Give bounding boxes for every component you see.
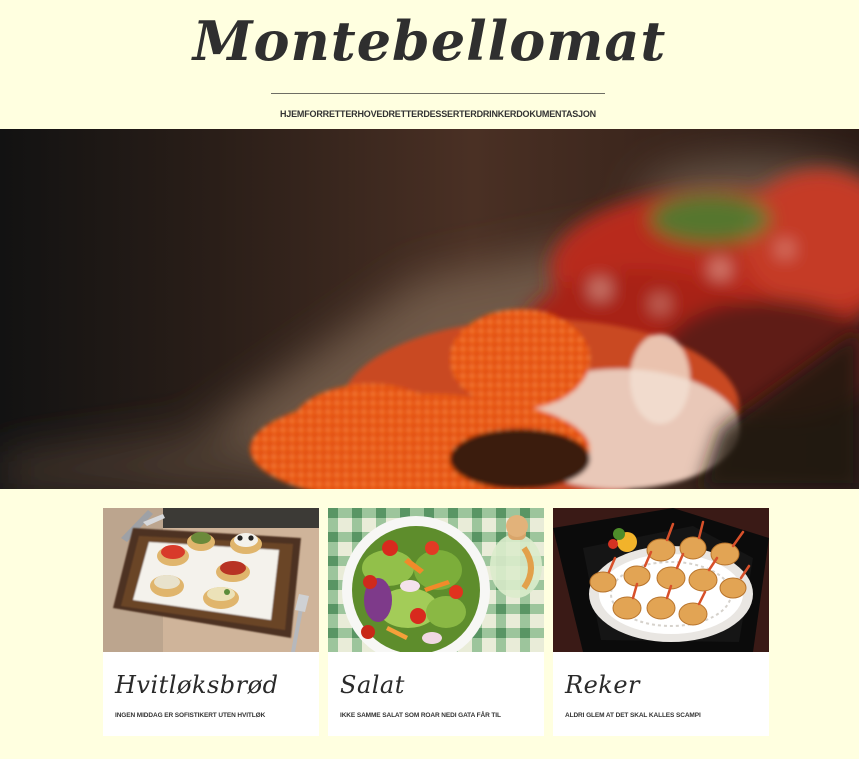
card-description: IKKE SAMME SALAT SOM ROAR NEDI GATA FÅR … <box>340 712 501 719</box>
header-divider <box>271 93 605 94</box>
hero-image <box>0 129 859 489</box>
shrimp-image <box>553 508 769 652</box>
nav-item-forretter[interactable]: FORRETTER <box>304 109 357 119</box>
page: Montebellomat HJEM FORRETTER HOVEDRETTER… <box>0 0 859 759</box>
hero-sushi-image <box>0 129 859 489</box>
nav-item-hovedretter[interactable]: HOVEDRETTER <box>357 109 423 119</box>
card-reker[interactable]: Reker ALDRI GLEM AT DET SKAL KALLES SCAM… <box>553 508 769 736</box>
card-title: Salat <box>340 671 405 699</box>
card-hvitloksbrod[interactable]: Hvitløksbrød INGEN MIDDAG ER SOFISTIKERT… <box>103 508 319 736</box>
main-nav: HJEM FORRETTER HOVEDRETTER DESSERTER DRI… <box>271 106 605 122</box>
nav-item-desserter[interactable]: DESSERTER <box>423 109 476 119</box>
site-logo[interactable]: Montebellomat <box>0 8 859 74</box>
card-title: Hvitløksbrød <box>115 671 279 699</box>
nav-item-drinker[interactable]: DRINKER <box>477 109 517 119</box>
card-salat[interactable]: Salat IKKE SAMME SALAT SOM ROAR NEDI GAT… <box>328 508 544 736</box>
dish-cards: Hvitløksbrød INGEN MIDDAG ER SOFISTIKERT… <box>103 508 770 736</box>
nav-item-dokumentasjon[interactable]: DOKUMENTASJON <box>516 109 596 119</box>
nav-item-hjem[interactable]: HJEM <box>280 109 304 119</box>
card-description: INGEN MIDDAG ER SOFISTIKERT UTEN HVITLØK <box>115 712 266 719</box>
card-description: ALDRI GLEM AT DET SKAL KALLES SCAMPI <box>565 712 701 719</box>
salad-image <box>328 508 544 652</box>
garlic-bread-image <box>103 508 319 652</box>
card-title: Reker <box>565 671 640 699</box>
site-header: Montebellomat HJEM FORRETTER HOVEDRETTER… <box>0 0 859 129</box>
